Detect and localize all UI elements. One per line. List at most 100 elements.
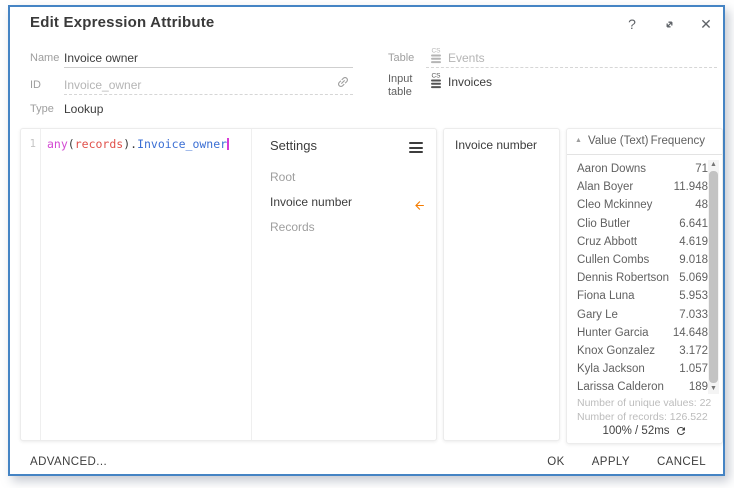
sample-percent: 100% / 52ms [602, 425, 670, 437]
value-row[interactable]: Hunter Garcia 14.648 [577, 324, 708, 342]
advanced-button[interactable]: ADVANCED... [30, 456, 107, 468]
hamburger-icon[interactable] [409, 142, 423, 156]
scroll-down-icon[interactable]: ▼ [710, 384, 717, 394]
help-icon[interactable]: ? [621, 15, 643, 33]
sample-status: 100% / 52ms [567, 425, 722, 437]
scroll-up-icon[interactable]: ▲ [710, 160, 717, 170]
frequency-cell: 6.641 [679, 217, 708, 230]
expression-code-input[interactable]: any(records).Invoice_owner [47, 137, 230, 151]
id-label: ID [30, 79, 41, 91]
name-label: Name [30, 52, 60, 64]
frequency-cell: 3.172 [679, 344, 708, 357]
frequency-cell: 5.069 [679, 272, 708, 285]
frequency-cell: 14.648 [672, 326, 708, 339]
values-header: ▲ Value (Text) Frequency [567, 129, 722, 155]
value-row[interactable]: Aaron Downs 71 [577, 160, 708, 178]
frequency-cell: 7.033 [679, 308, 708, 321]
settings-items: Root Invoice number Records [252, 165, 438, 240]
value-cell: Larissa Calderon [577, 381, 664, 394]
id-input[interactable]: Invoice_owner [64, 78, 141, 92]
value-column-header[interactable]: Value (Text) [588, 135, 649, 147]
settings-item-invoice-number[interactable]: Invoice number [252, 190, 438, 215]
records-stat: Number of records: 126.522 [577, 411, 708, 423]
value-cell: Gary Le [577, 308, 618, 321]
type-label: Type [30, 103, 54, 115]
link-icon[interactable] [336, 75, 350, 94]
input-table-label: Input table [388, 73, 413, 98]
settings-item-records[interactable]: Records [252, 215, 438, 240]
value-rows: Aaron Downs 71 Alan Boyer 11.948 Cleo Mckinn… [577, 160, 708, 396]
settings-title: Settings [270, 138, 317, 153]
ok-button[interactable]: OK [547, 456, 564, 468]
id-underline [64, 94, 353, 95]
frequency-cell: 48 [695, 199, 708, 212]
settings-panel: Settings Root Invoice number Records [251, 129, 438, 440]
footer-actions: OK APPLY CANCEL [547, 456, 706, 468]
values-stats: Number of unique values: 22 Number of re… [577, 396, 711, 424]
svg-text:CS: CS [431, 48, 441, 55]
expression-editor-card: 1 any(records).Invoice_owner Settings Ro… [20, 128, 437, 441]
value-cell: Cullen Combs [577, 254, 650, 267]
edit-expression-attribute-dialog: Edit Expression Attribute ? ✕ Name Invoi… [8, 5, 725, 476]
value-row[interactable]: Cleo Mckinney 48 [577, 196, 708, 214]
code-function: any [47, 137, 68, 151]
value-row[interactable]: Larissa Calderon 189 [577, 378, 708, 396]
apply-button[interactable]: APPLY [592, 456, 630, 468]
code-paren: ( [67, 137, 75, 151]
close-icon[interactable]: ✕ [695, 15, 717, 33]
code-property: Invoice_owner [137, 137, 228, 151]
value-cell: Aaron Downs [577, 163, 647, 176]
table-underline [426, 67, 717, 68]
values-card: ▲ Value (Text) Frequency Aaron Downs 71 Al… [566, 128, 723, 444]
frequency-cell: 71 [695, 163, 708, 176]
cs-table-icon: CS [429, 72, 443, 89]
line-number: 1 [29, 138, 36, 150]
value-cell: Alan Boyer [577, 181, 634, 194]
text-cursor [227, 138, 230, 150]
value-cell: Clio Butler [577, 217, 631, 230]
table-label: Table [388, 52, 415, 64]
dialog-title: Edit Expression Attribute [30, 14, 215, 31]
type-value[interactable]: Lookup [64, 102, 103, 116]
value-cell: Cruz Abbott [577, 235, 638, 248]
table-value[interactable]: Events [448, 51, 485, 65]
frequency-cell: 1.057 [679, 363, 708, 376]
frequency-cell: 9.018 [679, 254, 708, 267]
frequency-cell: 5.953 [679, 290, 708, 303]
frequency-cell: 11.948 [673, 181, 708, 194]
code-argument: records [74, 137, 124, 151]
value-cell: Dennis Robertson [577, 272, 670, 285]
values-scrollbar[interactable]: ▲ ▼ [708, 160, 719, 394]
frequency-cell: 189 [688, 381, 708, 394]
value-row[interactable]: Kyla Jackson 1.057 [577, 360, 708, 378]
value-row[interactable]: Cruz Abbott 4.619 [577, 233, 708, 251]
value-row[interactable]: Cullen Combs 9.018 [577, 251, 708, 269]
value-cell: Fiona Luna [577, 290, 635, 303]
preview-card: Invoice number [443, 128, 560, 441]
frequency-cell: 4.619 [679, 235, 708, 248]
name-input[interactable]: Invoice owner [64, 51, 138, 65]
value-cell: Knox Gonzalez [577, 344, 655, 357]
value-row[interactable]: Alan Boyer 11.948 [577, 178, 708, 196]
value-row[interactable]: Dennis Robertson 5.069 [577, 269, 708, 287]
value-row[interactable]: Clio Butler 6.641 [577, 215, 708, 233]
value-row[interactable]: Knox Gonzalez 3.172 [577, 342, 708, 360]
value-row[interactable]: Gary Le 7.033 [577, 306, 708, 324]
editor-gutter: 1 [21, 129, 41, 440]
svg-text:CS: CS [431, 73, 441, 80]
preview-title: Invoice number [455, 138, 538, 152]
refresh-icon[interactable] [675, 425, 687, 437]
value-row[interactable]: Fiona Luna 5.953 [577, 287, 708, 305]
value-cell: Hunter Garcia [577, 326, 649, 339]
cancel-button[interactable]: CANCEL [657, 456, 706, 468]
frequency-column-header[interactable]: Frequency [651, 135, 705, 147]
settings-item-root[interactable]: Root [252, 165, 438, 190]
value-cell: Kyla Jackson [577, 363, 645, 376]
cs-table-icon: CS [429, 47, 443, 64]
input-table-value[interactable]: Invoices [448, 75, 492, 89]
expand-icon[interactable] [658, 15, 680, 33]
scrollbar-thumb[interactable] [709, 171, 718, 383]
name-underline [64, 67, 353, 68]
sort-ascending-icon[interactable]: ▲ [575, 137, 582, 144]
window-controls: ? ✕ [621, 15, 717, 33]
